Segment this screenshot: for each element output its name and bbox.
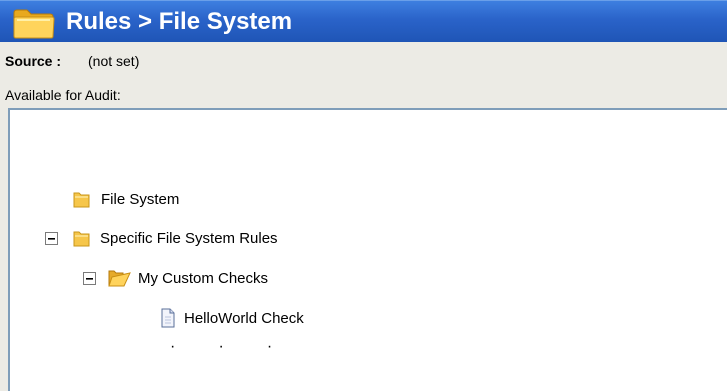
folder-icon xyxy=(13,9,55,39)
tree-item-label: My Custom Checks xyxy=(138,270,269,287)
document-icon xyxy=(161,308,175,328)
source-value: (not set) xyxy=(88,53,140,69)
tree-item-label: HelloWorld Check xyxy=(184,310,304,327)
left-margin xyxy=(0,87,8,391)
folder-closed-icon xyxy=(73,192,90,208)
collapse-toggle-icon[interactable] xyxy=(45,232,58,245)
collapse-toggle-icon[interactable] xyxy=(83,272,96,285)
tree-item-label: Specific File System Rules xyxy=(100,230,278,247)
source-label: Source : xyxy=(5,53,62,69)
tree-item-label: File System xyxy=(101,191,180,208)
folder-open-icon xyxy=(108,270,131,287)
header-panel: Rules > File System Source : (not set) xyxy=(0,0,727,87)
tree-ellipsis: · · · xyxy=(170,338,287,356)
title-bar: Rules > File System xyxy=(0,0,727,42)
ellipsis-dot: · xyxy=(170,338,176,355)
ellipsis-dot: · xyxy=(218,338,224,355)
available-for-audit-label: Available for Audit: xyxy=(5,87,121,103)
ellipsis-dot: · xyxy=(266,338,273,355)
rules-tree[interactable]: File System Specific File System Rules M… xyxy=(8,108,727,391)
folder-closed-icon xyxy=(73,231,90,247)
page-title: Rules > File System xyxy=(66,8,293,35)
